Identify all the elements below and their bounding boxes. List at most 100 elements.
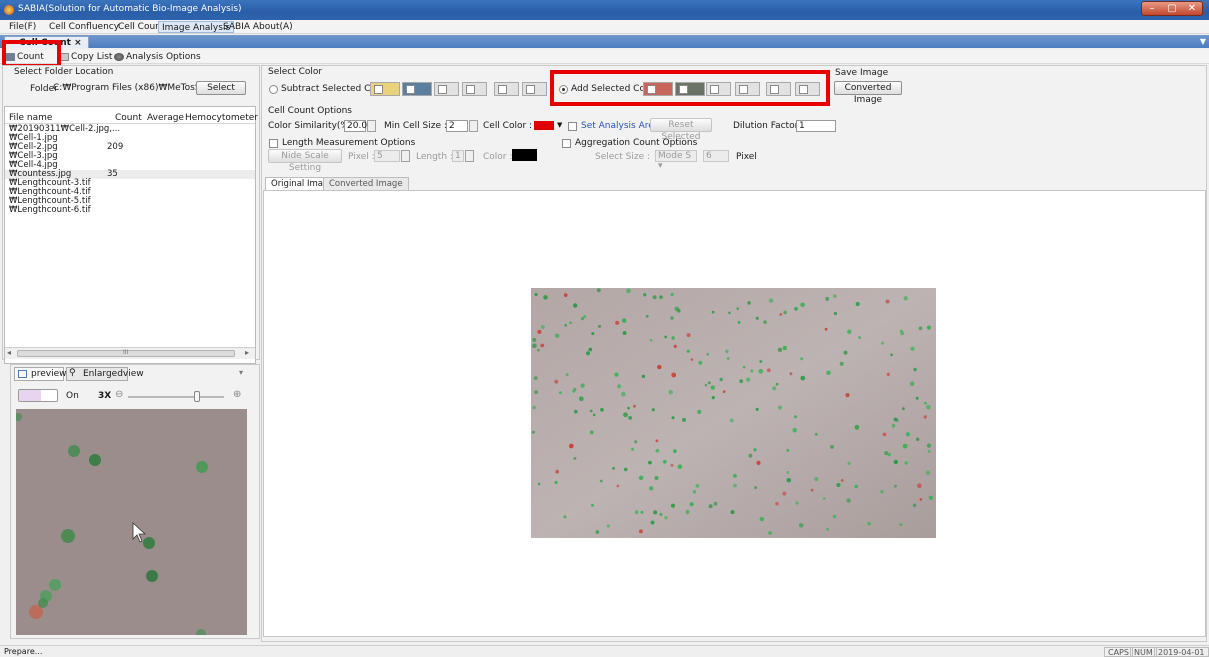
green-cell-dot [747,301,751,305]
panel-menu-chevron-icon[interactable]: ▾ [239,368,243,377]
green-cell-dot [533,376,538,380]
subtract-swatch[interactable] [402,82,432,96]
green-cell-dot [563,515,567,519]
subtract-swatch[interactable] [370,82,400,96]
enlarged-image[interactable] [16,409,247,635]
green-cell-dot [730,510,735,515]
swatch-checkbox[interactable] [647,85,656,94]
add-swatch[interactable] [766,82,791,96]
subtract-swatch[interactable] [462,82,487,96]
green-cell-dot [927,449,931,453]
length-input[interactable]: 1 [452,150,464,162]
swatch-checkbox[interactable] [799,85,808,94]
dilution-input[interactable]: 1 [796,120,836,132]
green-cell-dot [711,310,715,314]
menu-bar: File(F) Cell Confluency Cell Count Image… [0,20,1209,34]
table-row[interactable]: ₩Lengthcount-6.tif [5,206,255,215]
red-cell-dot [923,415,927,419]
copy-list-button[interactable]: Copy List [58,50,112,64]
similarity-input[interactable]: 20.0 [344,120,367,132]
scroll-right-icon[interactable]: ▸ [245,348,249,357]
add-swatch[interactable] [735,82,760,96]
horizontal-scrollbar[interactable]: ◂ III ▸ [5,347,255,359]
mode-select[interactable]: Mode S ▾ [655,150,697,171]
zoom-slider[interactable] [128,391,224,402]
count-button[interactable]: Count [4,50,44,64]
pixel-stepper[interactable] [401,150,410,162]
add-color-radio[interactable] [559,85,568,94]
analysis-options-button[interactable]: Analysis Options [113,50,201,64]
swatch-checkbox[interactable] [406,85,415,94]
green-cell-dot [926,404,931,410]
green-cell-dot [858,336,861,339]
length-color-swatch[interactable] [512,149,537,161]
green-cell-dot [626,288,631,294]
subtract-swatch[interactable] [522,82,547,96]
converted-image-save-button[interactable]: Converted Image [834,81,902,105]
green-cell-dot [649,339,653,342]
cell-color-dropdown-icon[interactable]: ▼ [557,121,562,129]
pixel-input[interactable]: 5 [374,150,400,162]
add-swatch[interactable] [706,82,731,96]
zoom-in-icon[interactable]: ⊕ [233,389,241,400]
red-cell-dot [810,488,814,492]
min-size-input[interactable]: 2 [446,120,468,132]
green-cell-dot [753,448,757,452]
length-stepper[interactable] [465,150,474,162]
menu-sabia-about[interactable]: SABIA About(A) [220,21,296,33]
reset-selected-button[interactable]: Reset Selected [650,118,712,142]
close-window-button[interactable]: ✕ [1182,2,1202,15]
pixel-unit-label: Pixel [736,152,757,162]
tab-enlargedview[interactable]: ⚲ Enlargedview [66,367,144,381]
select-folder-button[interactable]: Select [196,81,246,95]
green-cell-dot [847,461,851,465]
zoom-slider-thumb[interactable] [194,391,201,402]
swatch-checkbox[interactable] [526,85,535,94]
min-size-stepper[interactable] [469,120,478,132]
scrollbar-thumb[interactable]: III [17,349,235,357]
green-cell-dot [800,302,805,307]
aggregation-checkbox[interactable] [562,139,571,148]
add-swatch[interactable] [643,82,673,96]
green-cell-dot [704,383,708,387]
tab-converted-image[interactable]: Converted Image [323,177,409,190]
minimize-button[interactable]: – [1142,2,1162,15]
swatch-checkbox[interactable] [374,85,383,94]
green-cell-dot [880,490,884,494]
tab-preview[interactable]: preview [14,367,67,381]
tab-menu-chevron-icon[interactable]: ▼ [1200,37,1206,46]
scale-setting-button[interactable]: Nide Scale Setting [268,149,342,173]
subtract-color-radio[interactable] [269,85,278,94]
menu-cell-confluency[interactable]: Cell Confluency [46,21,122,33]
zoom-out-icon[interactable]: ⊖ [115,389,123,400]
green-cell-dot [648,460,652,465]
swatch-checkbox[interactable] [710,85,719,94]
count-icon [5,53,15,61]
scroll-left-icon[interactable]: ◂ [7,348,11,357]
cell-color-swatch[interactable] [534,121,554,130]
original-image[interactable] [531,288,936,538]
length-options-checkbox[interactable] [269,139,278,148]
swatch-checkbox[interactable] [739,85,748,94]
on-toggle[interactable] [18,389,58,402]
swatch-checkbox[interactable] [466,85,475,94]
swatch-checkbox[interactable] [438,85,447,94]
app-icon [4,5,14,15]
similarity-stepper[interactable] [367,120,376,132]
green-cell-dot [583,315,587,319]
subtract-swatch[interactable] [494,82,519,96]
add-swatch[interactable] [795,82,820,96]
subtract-swatch[interactable] [434,82,459,96]
swatch-checkbox[interactable] [679,85,688,94]
size-input[interactable]: 6 [703,150,729,162]
swatch-checkbox[interactable] [498,85,507,94]
tab-close-icon[interactable]: × [74,38,82,48]
maximize-button[interactable]: ▢ [1162,2,1182,15]
set-area-checkbox[interactable] [568,122,577,131]
menu-file[interactable]: File(F) [6,21,39,33]
add-swatch[interactable] [675,82,705,96]
tab-cell-count[interactable]: Cell Count × [4,36,89,48]
red-cell-dot [657,364,662,370]
swatch-checkbox[interactable] [770,85,779,94]
tab-preview-label: preview [31,369,67,379]
